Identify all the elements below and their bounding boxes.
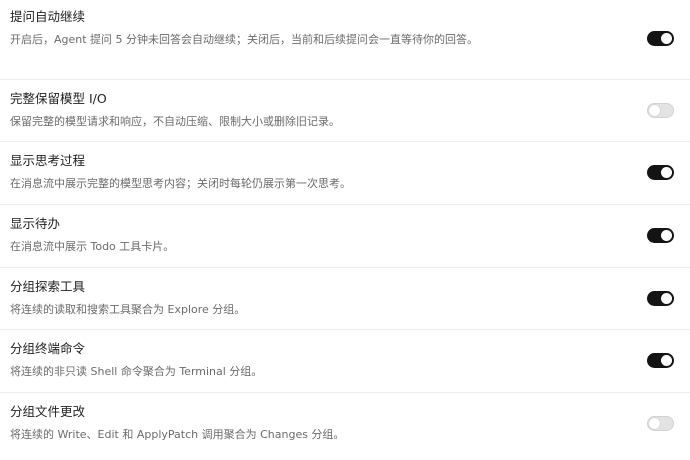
- setting-row-full-model-io: 完整保留模型 I/O 保留完整的模型请求和响应，不自动压缩、限制大小或删除旧记录…: [0, 80, 690, 142]
- setting-title: 分组终端命令: [10, 341, 86, 356]
- setting-row-group-terminal: 分组终端命令 将连续的非只读 Shell 命令聚合为 Terminal 分组。: [0, 330, 690, 393]
- setting-description: 开启后，Agent 提问 5 分钟未回答会自动继续；关闭后，当前和后续提问会一直…: [10, 33, 479, 46]
- show-todo-toggle[interactable]: [647, 228, 674, 243]
- setting-row-show-todo: 显示待办 在消息流中展示 Todo 工具卡片。: [0, 205, 690, 268]
- auto-continue-toggle[interactable]: [647, 31, 674, 46]
- show-thinking-toggle[interactable]: [647, 165, 674, 180]
- setting-title: 显示思考过程: [10, 153, 86, 168]
- toggle-knob: [661, 167, 672, 178]
- setting-description: 将连续的非只读 Shell 命令聚合为 Terminal 分组。: [10, 365, 263, 378]
- toggle-knob: [661, 33, 672, 44]
- toggle-knob: [649, 418, 660, 429]
- toggle-knob: [661, 230, 672, 241]
- setting-title: 显示待办: [10, 216, 61, 231]
- group-changes-toggle[interactable]: [647, 416, 674, 431]
- setting-row-show-thinking: 显示思考过程 在消息流中展示完整的模型思考内容；关闭时每轮仍展示第一次思考。: [0, 142, 690, 205]
- full-model-io-toggle[interactable]: [647, 103, 674, 118]
- setting-title: 分组文件更改: [10, 404, 86, 419]
- setting-description: 将连续的读取和搜索工具聚合为 Explore 分组。: [10, 303, 246, 316]
- setting-description: 在消息流中展示 Todo 工具卡片。: [10, 240, 175, 253]
- setting-row-group-changes: 分组文件更改 将连续的 Write、Edit 和 ApplyPatch 调用聚合…: [0, 393, 690, 460]
- setting-title: 提问自动继续: [10, 9, 86, 24]
- settings-list: 提问自动继续 开启后，Agent 提问 5 分钟未回答会自动继续；关闭后，当前和…: [0, 0, 690, 460]
- group-explore-toggle[interactable]: [647, 291, 674, 306]
- setting-title: 完整保留模型 I/O: [10, 91, 107, 106]
- toggle-knob: [661, 293, 672, 304]
- setting-description: 将连续的 Write、Edit 和 ApplyPatch 调用聚合为 Chang…: [10, 428, 345, 441]
- setting-description: 在消息流中展示完整的模型思考内容；关闭时每轮仍展示第一次思考。: [10, 177, 351, 190]
- setting-row-group-explore: 分组探索工具 将连续的读取和搜索工具聚合为 Explore 分组。: [0, 268, 690, 330]
- group-terminal-toggle[interactable]: [647, 353, 674, 368]
- toggle-knob: [661, 355, 672, 366]
- setting-title: 分组探索工具: [10, 279, 86, 294]
- setting-row-auto-continue: 提问自动继续 开启后，Agent 提问 5 分钟未回答会自动继续；关闭后，当前和…: [0, 0, 690, 80]
- toggle-knob: [649, 105, 660, 116]
- setting-description: 保留完整的模型请求和响应，不自动压缩、限制大小或删除旧记录。: [10, 115, 340, 128]
